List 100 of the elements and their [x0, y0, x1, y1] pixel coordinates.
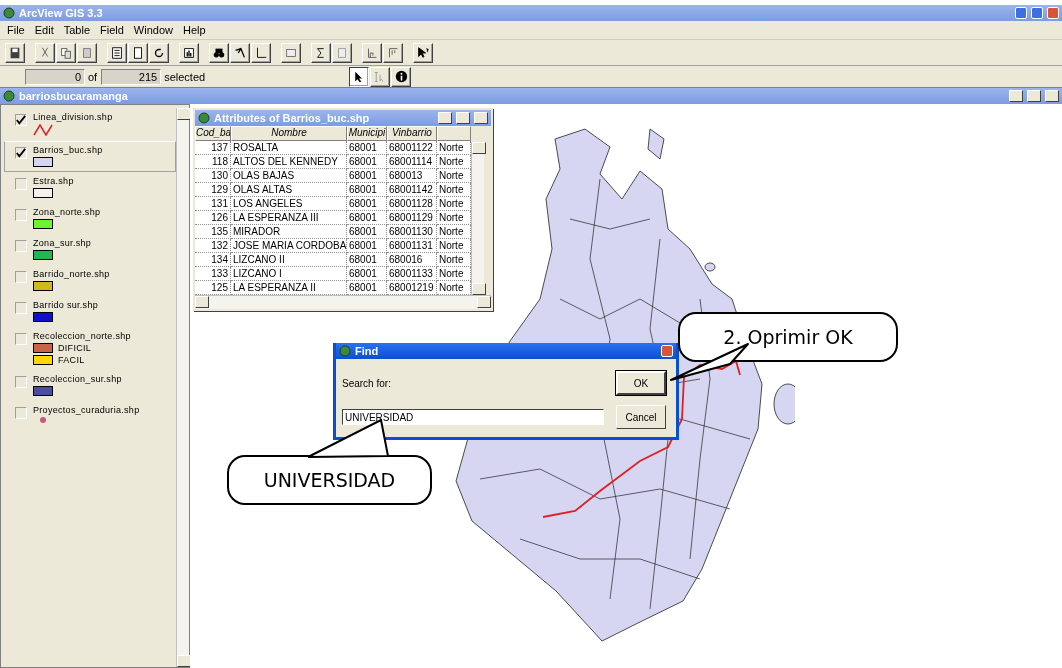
- maximize-button[interactable]: [1031, 7, 1043, 19]
- column-header[interactable]: Municipi: [347, 126, 387, 141]
- scroll-down-button[interactable]: [472, 283, 486, 295]
- search-field[interactable]: UNIVERSIDAD: [342, 409, 604, 425]
- table-cell: ALTOS DEL KENNEDY: [231, 155, 347, 169]
- toolbar-button[interactable]: [128, 42, 148, 63]
- toolbar-button[interactable]: [209, 42, 229, 63]
- toolbar-button[interactable]: [5, 42, 25, 63]
- ok-button[interactable]: OK: [616, 371, 666, 395]
- horizontal-scrollbar[interactable]: [195, 295, 491, 309]
- table-cell: 68001: [347, 267, 387, 281]
- menu-item[interactable]: Window: [128, 24, 178, 36]
- of-label: of: [88, 70, 98, 83]
- table-cell: 135: [195, 225, 231, 239]
- table-cell: 68001: [347, 183, 387, 197]
- legend-item[interactable]: Zona_sur.shp: [4, 234, 176, 265]
- table-cell: 68001: [347, 253, 387, 267]
- selected-count-field: 0: [25, 68, 85, 85]
- view-title: barriosbucaramanga: [19, 90, 129, 102]
- checkmark-icon: [16, 147, 26, 159]
- minimize-button[interactable]: [1015, 7, 1027, 19]
- toolbar-button[interactable]: [77, 42, 97, 63]
- column-header[interactable]: Vinbarrio: [387, 126, 437, 141]
- toolbar-button[interactable]: [149, 42, 169, 63]
- scroll-down-button[interactable]: [177, 655, 191, 667]
- table-cell: LA ESPERANZA III: [231, 211, 347, 225]
- menu-item[interactable]: File: [2, 24, 30, 36]
- layer-name: Barrido_norte.shp: [33, 269, 110, 279]
- minimize-button[interactable]: [1009, 90, 1023, 102]
- layer-checkbox[interactable]: [15, 376, 27, 388]
- toolbar-button[interactable]: [332, 42, 352, 63]
- layer-checkbox[interactable]: [15, 302, 27, 314]
- minimize-button[interactable]: [438, 112, 452, 124]
- selected-label: selected: [164, 70, 206, 83]
- layer-checkbox[interactable]: [15, 271, 27, 283]
- toolbar-button[interactable]: [107, 42, 127, 63]
- cancel-button[interactable]: Cancel: [616, 405, 666, 429]
- toolbar-button[interactable]: [56, 42, 76, 63]
- maximize-button[interactable]: [456, 112, 470, 124]
- table-cell: OLAS BAJAS: [231, 169, 347, 183]
- layer-name: Recoleccion_norte.shp: [33, 331, 131, 341]
- table-cell: LIZCANO II: [231, 253, 347, 267]
- toolbar-button[interactable]: [251, 42, 271, 63]
- legend-item[interactable]: Barrios_buc.shp: [4, 141, 176, 172]
- table-cell: LOS ANGELES: [231, 197, 347, 211]
- column-header[interactable]: Nombre: [231, 126, 347, 141]
- columns-icon: [386, 45, 400, 60]
- layer-checkbox[interactable]: [15, 333, 27, 345]
- legend-item[interactable]: Linea_division.shp: [4, 108, 176, 141]
- window-title: ArcView GIS 3.3: [19, 7, 104, 19]
- scroll-right-button[interactable]: [477, 296, 491, 308]
- table-cell: 126: [195, 211, 231, 225]
- axis-icon: [254, 45, 268, 60]
- scrollbar[interactable]: [176, 108, 189, 667]
- scrollbar[interactable]: [471, 142, 484, 295]
- maximize-button[interactable]: [1027, 90, 1041, 102]
- toolbar-button[interactable]: [383, 42, 403, 63]
- layer-checkbox[interactable]: [15, 407, 27, 419]
- table-cell: 68001: [347, 197, 387, 211]
- toolbar-button[interactable]: [230, 42, 250, 63]
- table-cell: 680013: [387, 169, 437, 183]
- toolbar-button[interactable]: [281, 42, 301, 63]
- save-icon: [8, 45, 22, 60]
- table-cell: 680016: [387, 253, 437, 267]
- scroll-up-button[interactable]: [472, 142, 486, 154]
- scroll-left-button[interactable]: [195, 296, 209, 308]
- table-cell: 68001129: [387, 211, 437, 225]
- legend-item[interactable]: Zona_norte.shp: [4, 203, 176, 234]
- globe-icon: [3, 90, 15, 102]
- layer-name: Recoleccion_sur.shp: [33, 374, 122, 384]
- layer-checkbox[interactable]: [15, 147, 27, 159]
- copy-icon: [59, 45, 73, 60]
- menu-item[interactable]: Field: [95, 24, 129, 36]
- toolbar-button[interactable]: [311, 42, 331, 63]
- tool-button[interactable]: [349, 66, 370, 87]
- layer-name: Zona_sur.shp: [33, 238, 92, 248]
- toolbar-button[interactable]: [179, 42, 199, 63]
- legend-item[interactable]: Barrido_norte.shp: [4, 265, 176, 296]
- legend-item[interactable]: Estra.shp: [4, 172, 176, 203]
- globe-icon: [198, 112, 210, 124]
- toolbar-button[interactable]: [413, 42, 433, 63]
- scroll-up-button[interactable]: [177, 108, 191, 120]
- close-button[interactable]: [1045, 90, 1059, 102]
- menu-item[interactable]: Table: [58, 24, 95, 36]
- menu-item[interactable]: Edit: [29, 24, 59, 36]
- list-icon: [110, 45, 124, 60]
- toolbar-button[interactable]: [362, 42, 382, 63]
- menu-item[interactable]: Help: [177, 24, 211, 36]
- layer-checkbox[interactable]: [15, 240, 27, 252]
- toolbar-button[interactable]: [35, 42, 55, 63]
- close-button[interactable]: [474, 112, 488, 124]
- legend-item[interactable]: Recoleccion_norte.shp DIFICIL FACIL: [4, 327, 176, 370]
- legend-item[interactable]: Recoleccion_sur.shp: [4, 370, 176, 401]
- layer-checkbox[interactable]: [15, 178, 27, 190]
- legend-item[interactable]: Proyectos_curaduria.shp: [4, 401, 176, 428]
- layer-checkbox[interactable]: [15, 114, 27, 126]
- column-header[interactable]: Cod_ba: [195, 126, 231, 141]
- legend-item[interactable]: Barrido sur.shp: [4, 296, 176, 327]
- layer-checkbox[interactable]: [15, 209, 27, 221]
- search-label: Search for:: [342, 377, 392, 389]
